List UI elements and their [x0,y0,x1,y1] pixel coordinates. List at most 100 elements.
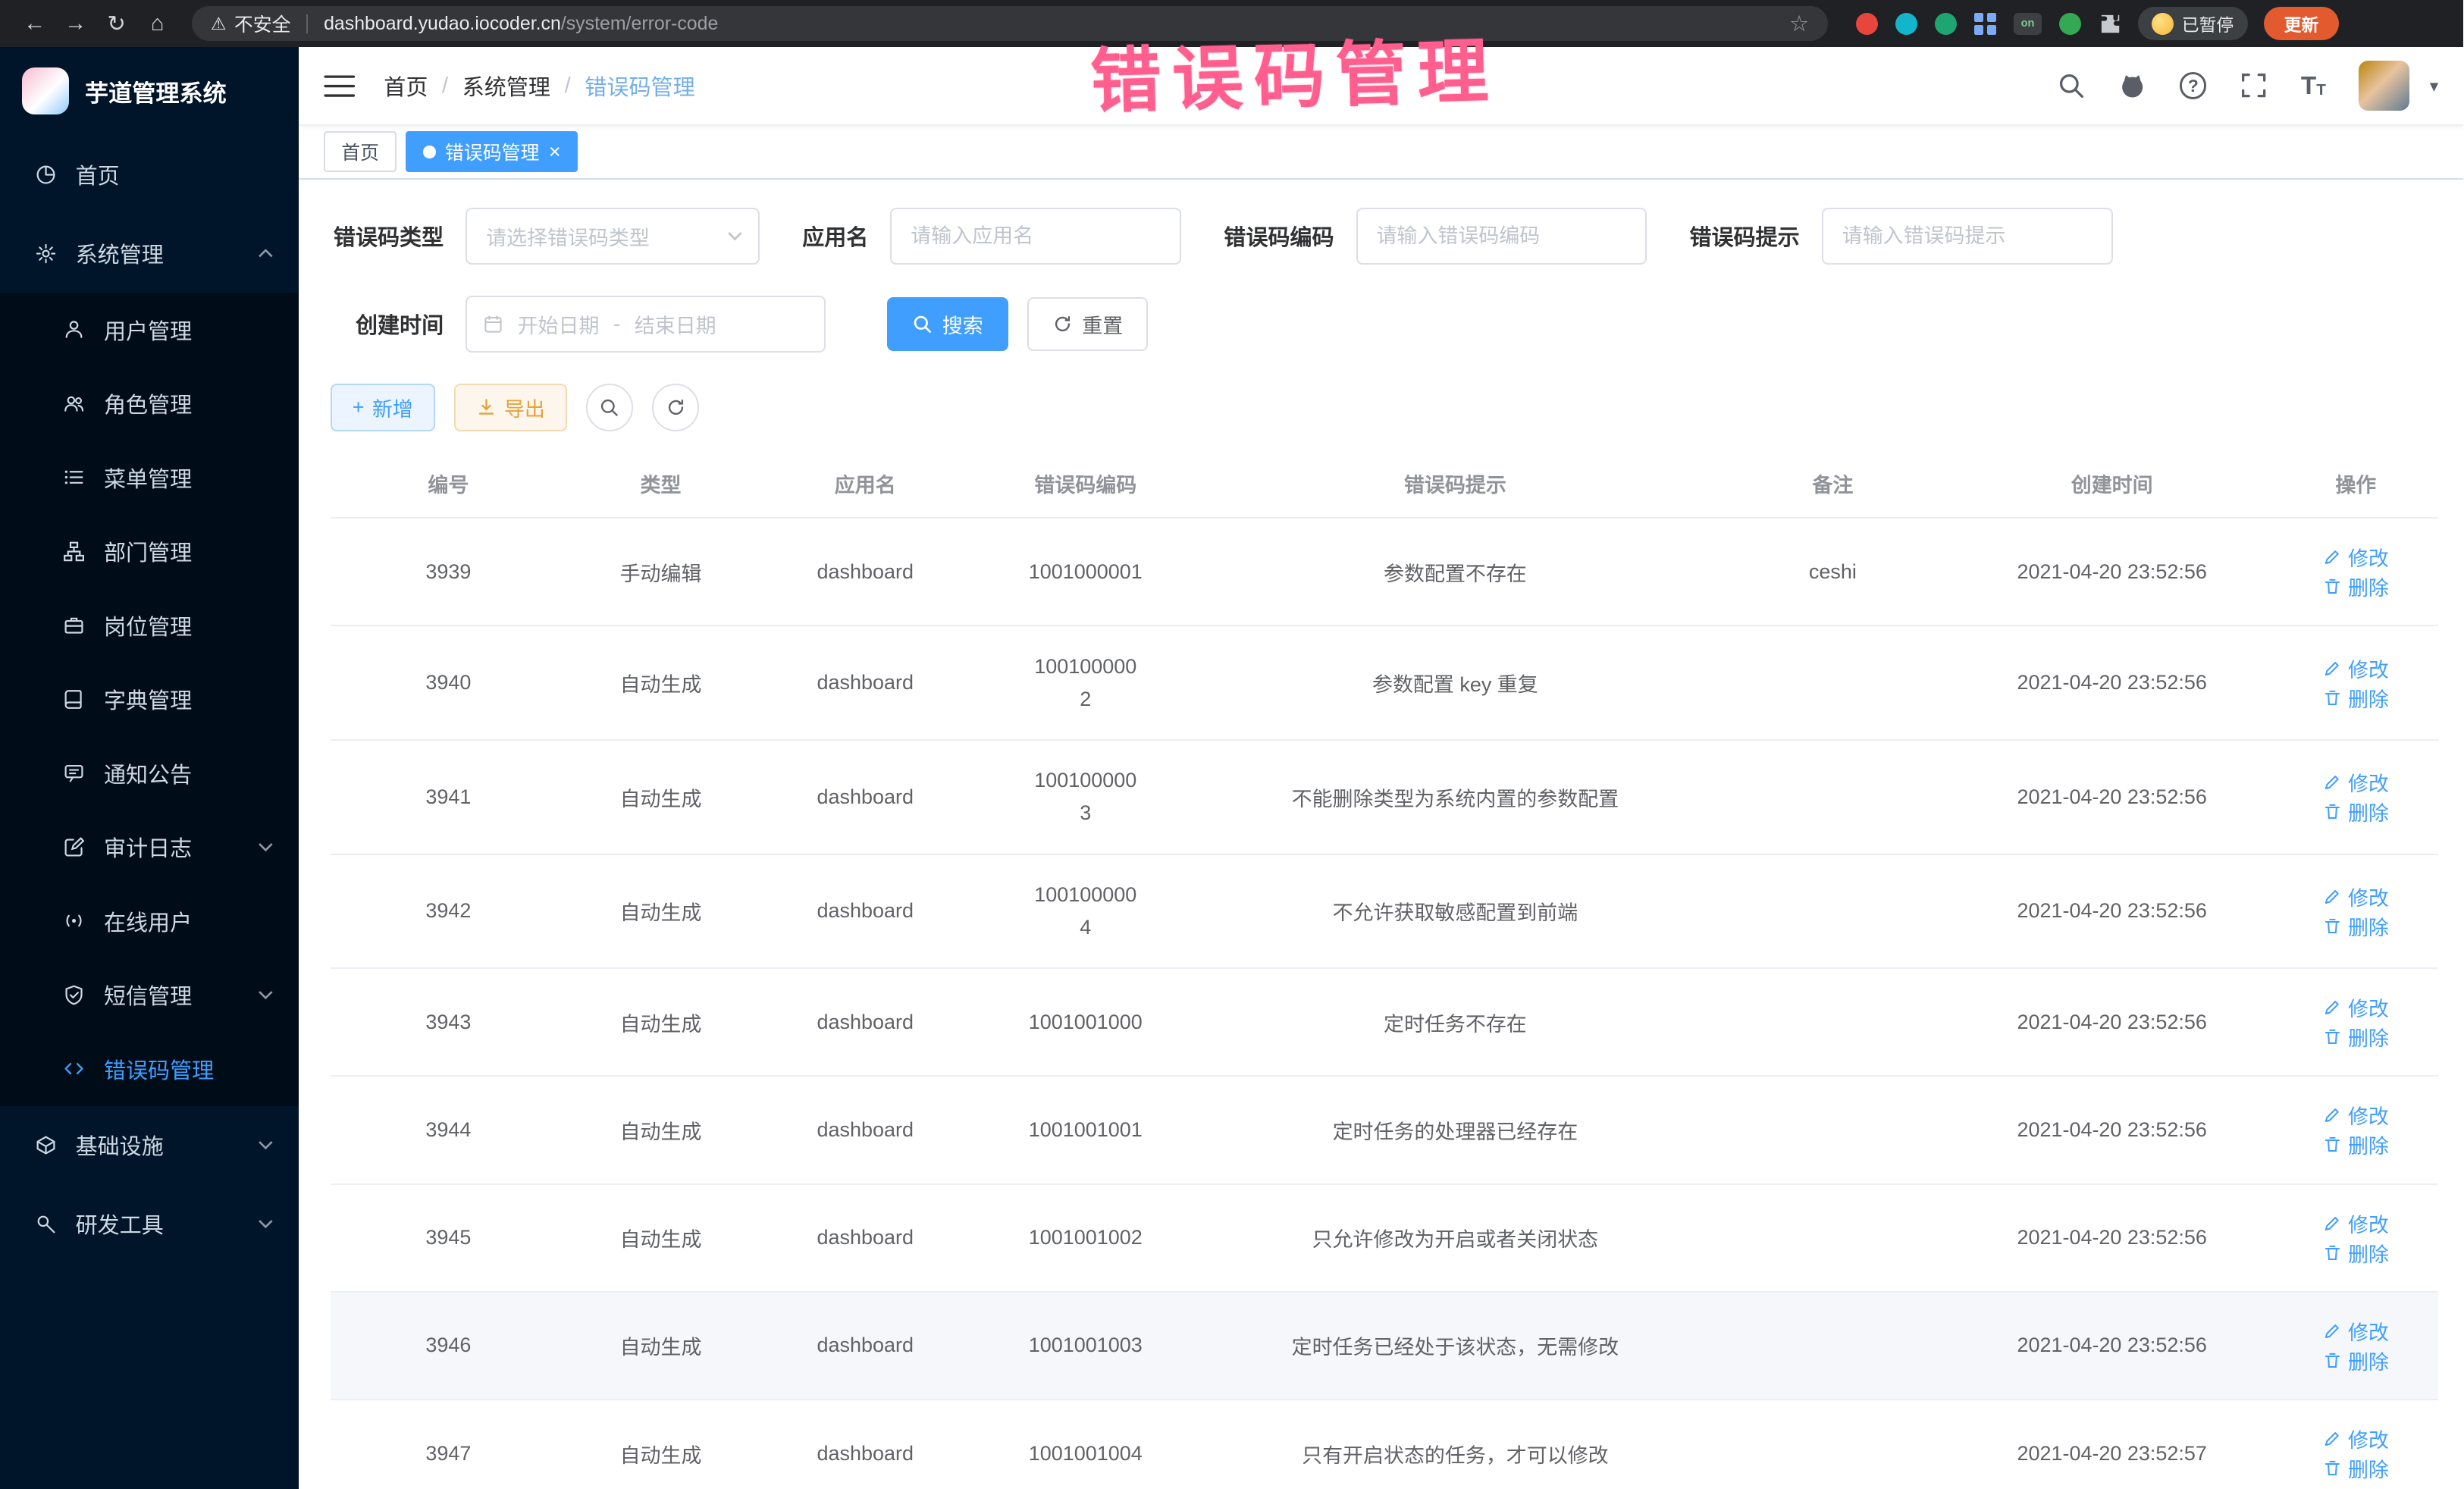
extension-icon[interactable] [1935,13,1957,35]
delete-button[interactable]: 删除 [2323,683,2389,713]
browser-forward-icon[interactable]: → [57,5,95,42]
breadcrumb-home[interactable]: 首页 [384,70,428,102]
edit-button[interactable]: 修改 [2323,542,2389,572]
add-button[interactable]: + 新增 [331,384,435,431]
error-code-input[interactable] [1356,208,1647,265]
cell-type: 自动生成 [566,1400,755,1489]
delete-label: 删除 [2348,1238,2389,1268]
logo-avatar [22,67,69,114]
sidebar-item-departments[interactable]: 部门管理 [0,514,299,588]
github-icon[interactable] [2118,71,2146,99]
sidebar-group-sms[interactable]: 短信管理 [0,958,299,1033]
sidebar-item-home[interactable]: 首页 [0,135,299,214]
edit-button[interactable]: 修改 [2323,992,2389,1022]
sidebar-item-notices[interactable]: 通知公告 [0,736,299,810]
cell-code: 1001001004 [976,1400,1196,1489]
update-label: 更新 [2284,11,2319,36]
brand-title: 芋道管理系统 [85,74,227,108]
cell-app: dashboard [755,625,976,740]
delete-label: 删除 [2348,1130,2389,1159]
bookmark-star-icon[interactable]: ☆ [1789,11,1809,37]
delete-button[interactable]: 删除 [2323,1453,2389,1483]
sidebar-group-infrastructure[interactable]: 基础设施 [0,1106,299,1185]
error-type-select[interactable]: 请选择错误码类型 [466,208,760,265]
browser-home-icon[interactable]: ⌂ [139,5,177,42]
refresh-table-button[interactable] [652,384,699,431]
edit-button[interactable]: 修改 [2323,1316,2389,1346]
delete-button[interactable]: 删除 [2323,1022,2389,1052]
edit-button[interactable]: 修改 [2323,767,2389,797]
error-message-input[interactable] [1822,208,2113,265]
sidebar-item-roles[interactable]: 角色管理 [0,366,299,440]
font-size-icon[interactable]: TT [2301,74,2326,99]
extension-icon[interactable] [1895,13,1917,35]
delete-button[interactable]: 删除 [2323,1130,2389,1159]
browser-update-button[interactable]: 更新 [2264,7,2340,40]
cell-id: 3942 [331,854,566,969]
reset-button[interactable]: 重置 [1027,297,1149,351]
search-button[interactable]: 搜索 [887,297,1008,351]
sidebar-group-system[interactable]: 系统管理 [0,214,299,293]
cell-remark [1715,625,1951,740]
sidebar-item-label: 字典管理 [104,683,274,715]
cell-message: 只有开启状态的任务，才可以修改 [1196,1400,1715,1489]
edit-button[interactable]: 修改 [2323,1424,2389,1453]
extensions-puzzle-icon[interactable] [2099,12,2122,36]
delete-button[interactable]: 删除 [2323,1238,2389,1268]
refresh-icon [1052,314,1073,334]
profile-chip[interactable]: 已暂停 [2138,7,2248,40]
browser-back-icon[interactable]: ← [16,5,54,42]
edit-button[interactable]: 修改 [2323,1208,2389,1238]
caret-down-icon[interactable]: ▾ [2430,76,2438,96]
sidebar-collapse-icon[interactable] [324,74,356,99]
sidebar-item-posts[interactable]: 岗位管理 [0,588,299,663]
edit-button[interactable]: 修改 [2323,1100,2389,1130]
cell-code: 100100000 4 [976,854,1196,969]
app-name-input[interactable] [890,208,1181,265]
search-icon[interactable] [2057,71,2085,99]
delete-button[interactable]: 删除 [2323,1346,2389,1375]
tab-home[interactable]: 首页 [324,131,396,172]
filter-message: 错误码提示 [1689,208,2112,265]
export-button[interactable]: 导出 [454,384,567,431]
browser-reload-icon[interactable]: ↻ [98,5,136,42]
delete-button[interactable]: 删除 [2323,911,2389,941]
cell-code: 1001001001 [976,1076,1196,1183]
breadcrumb-system[interactable]: 系统管理 [462,70,550,102]
sidebar-item-label: 部门管理 [104,535,274,567]
edit-button[interactable]: 修改 [2323,654,2389,683]
tab-error-codes[interactable]: 错误码管理 × [406,131,578,172]
date-range-picker[interactable]: 开始日期 - 结束日期 [466,296,826,353]
table-row: 3946自动生成dashboard1001001003定时任务已经处于该状态，无… [331,1292,2439,1400]
edit-button[interactable]: 修改 [2323,882,2389,911]
tab-close-icon[interactable]: × [549,142,561,162]
extension-icon[interactable] [1974,13,1996,35]
user-avatar[interactable] [2359,61,2409,111]
sidebar-item-menus[interactable]: 菜单管理 [0,440,299,515]
sidebar-item-users[interactable]: 用户管理 [0,293,299,367]
sidebar-item-dictionary[interactable]: 字典管理 [0,663,299,737]
show-search-button[interactable] [586,384,633,431]
sidebar-group-audit-log[interactable]: 审计日志 [0,810,299,885]
delete-icon [2323,1135,2342,1154]
sidebar-item-error-codes[interactable]: 错误码管理 [0,1032,299,1106]
sidebar-group-dev-tools[interactable]: 研发工具 [0,1184,299,1263]
extension-icon[interactable] [2059,13,2081,35]
security-label[interactable]: 不安全 [234,10,291,37]
fullscreen-icon[interactable] [2240,71,2268,99]
cell-remark [1715,854,1951,969]
breadcrumb: 首页 / 系统管理 / 错误码管理 [384,70,694,102]
address-bar[interactable]: ⚠ 不安全 dashboard.yudao.iocoder.cn /system… [192,6,1828,41]
cell-actions: 修改删除 [2273,1076,2438,1183]
extension-icon[interactable] [1856,13,1878,35]
help-icon[interactable]: ? [2180,72,2206,99]
delete-button[interactable]: 删除 [2323,797,2389,826]
extension-icon[interactable]: on [2014,13,2042,35]
delete-button[interactable]: 删除 [2323,572,2389,601]
list-icon [63,466,85,488]
sidebar-item-online-users[interactable]: 在线用户 [0,884,299,958]
filter-label: 错误码类型 [331,220,444,252]
app-logo[interactable]: 芋道管理系统 [0,47,299,135]
cell-id: 3945 [331,1184,566,1292]
box-icon [35,1134,57,1156]
